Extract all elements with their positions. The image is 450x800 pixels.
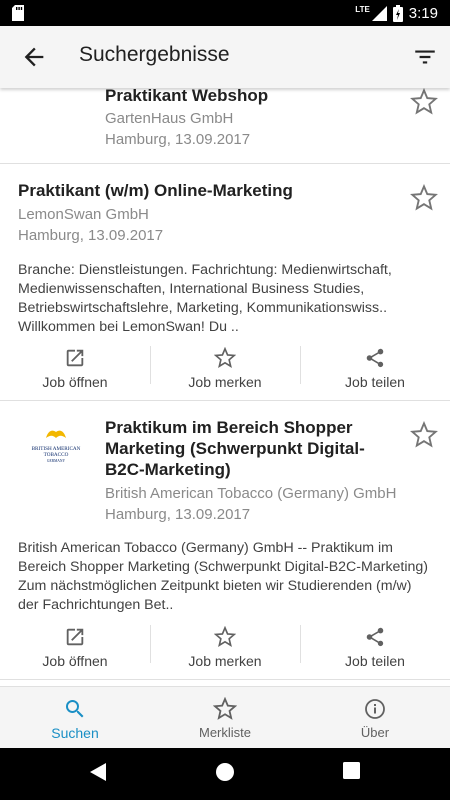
nav-item-about[interactable]: Über: [300, 687, 450, 748]
open-job-label: Job öffnen: [42, 652, 108, 669]
job-actions: Job öffnen Job merken Job teilen: [0, 621, 450, 673]
job-location-date: Hamburg, 13.09.2017: [18, 227, 164, 244]
arrow-back-icon[interactable]: [20, 43, 48, 71]
save-job-button[interactable]: Job merken: [150, 621, 300, 673]
bookmark-star-icon[interactable]: [410, 184, 438, 212]
job-actions: Job öffnen Job merken Job teilen: [0, 342, 450, 394]
recents-square-icon[interactable]: [343, 762, 360, 779]
open-in-new-icon: [66, 349, 84, 366]
company-name: LemonSwan GmbH: [18, 206, 149, 223]
job-location-date: Hamburg, 13.09.2017: [105, 131, 251, 148]
page-title: Suchergebnisse: [79, 43, 230, 66]
signal-icon: [371, 5, 387, 21]
battery-charging-icon: [392, 4, 403, 22]
company-name: GartenHaus GmbH: [105, 110, 234, 127]
system-navigation-bar: [0, 748, 450, 800]
sd-card-icon: [12, 5, 24, 21]
search-icon: [66, 700, 84, 718]
star-outline-icon: [214, 346, 236, 368]
share-icon: [366, 627, 384, 646]
save-job-button[interactable]: Job merken: [150, 342, 300, 394]
nav-item-watchlist[interactable]: Merkliste: [150, 687, 300, 748]
open-job-label: Job öffnen: [42, 373, 108, 390]
star-outline-icon: [213, 697, 237, 720]
share-job-label: Job teilen: [345, 373, 405, 390]
back-triangle-icon[interactable]: [89, 762, 107, 782]
share-job-label: Job teilen: [345, 652, 405, 669]
app-bar: Suchergebnisse: [0, 26, 450, 88]
network-type: LTE: [355, 4, 370, 14]
open-job-button[interactable]: Job öffnen: [0, 342, 150, 394]
logo-line-2: TOBACCO: [44, 452, 69, 458]
save-job-label: Job merken: [188, 373, 262, 390]
job-card[interactable]: Praktikant (w/m) Online-Marketing LemonS…: [0, 164, 450, 401]
info-icon: [365, 699, 385, 719]
bookmark-star-icon[interactable]: [410, 88, 438, 116]
logo-line-3: GERMANY: [47, 459, 66, 463]
clock: 3:19: [408, 4, 438, 22]
share-job-button[interactable]: Job teilen: [300, 342, 450, 394]
job-title[interactable]: Praktikant (w/m) Online-Marketing: [18, 180, 293, 201]
open-job-button[interactable]: Job öffnen: [0, 621, 150, 673]
job-card[interactable]: BRITISH AMERICAN TOBACCO GERMANY Praktik…: [0, 401, 450, 680]
job-description: British American Tobacco (Germany) GmbH …: [18, 540, 429, 613]
job-location-date: Hamburg, 13.09.2017: [105, 506, 251, 523]
company-logo: BRITISH AMERICAN TOBACCO GERMANY: [32, 430, 81, 463]
results-list[interactable]: Praktikant Webshop GartenHaus GmbH Hambu…: [0, 88, 450, 686]
home-circle-icon[interactable]: [215, 762, 235, 782]
share-icon: [366, 348, 384, 367]
bookmark-star-icon[interactable]: [410, 421, 438, 449]
job-title[interactable]: Praktikant Webshop: [105, 88, 268, 106]
filter-icon[interactable]: [412, 44, 438, 70]
job-description: Branche: Dienstleistungen. Fachrichtung:…: [18, 262, 392, 335]
nav-label-search: Suchen: [51, 725, 99, 741]
share-job-button[interactable]: Job teilen: [300, 621, 450, 673]
nav-label-watchlist: Merkliste: [198, 725, 251, 740]
nav-item-search[interactable]: Suchen: [0, 687, 150, 748]
job-title[interactable]: Praktikum im Bereich Shopper Marketing (…: [105, 417, 395, 480]
open-in-new-icon: [66, 628, 84, 645]
job-card[interactable]: Praktikant Webshop GartenHaus GmbH Hambu…: [0, 88, 450, 164]
bottom-navigation: Suchen Merkliste Über: [0, 686, 450, 748]
star-outline-icon: [214, 625, 236, 647]
company-name: British American Tobacco (Germany) GmbH: [105, 485, 397, 502]
status-bar: LTE 3:19: [0, 0, 450, 26]
nav-label-about: Über: [360, 725, 390, 740]
save-job-label: Job merken: [188, 652, 262, 669]
